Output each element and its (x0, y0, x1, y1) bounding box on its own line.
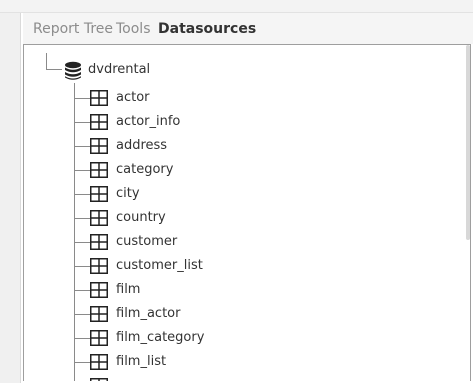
tree-item-label: country (116, 210, 166, 225)
table-icon (90, 282, 108, 298)
tree-connector (74, 242, 90, 243)
tree-item-table[interactable]: country (74, 207, 434, 231)
tree-item-label: actor_info (116, 114, 181, 129)
tree-connector (74, 314, 90, 315)
tree-item-label: film_list (116, 354, 167, 369)
vertical-scrollbar[interactable] (466, 45, 470, 240)
tree-node-dvdrental[interactable]: dvdrental (88, 62, 150, 77)
tree-item-label: customer_list (116, 258, 203, 273)
table-icon (90, 186, 108, 202)
tree-item-table[interactable]: film (74, 279, 434, 303)
table-icon (90, 162, 108, 178)
tree-item-table[interactable]: customer (74, 231, 434, 255)
tree-connector (46, 53, 47, 70)
table-icon (90, 210, 108, 226)
tree-connector (46, 69, 62, 70)
table-icon (90, 138, 108, 154)
tree-item-table[interactable]: customer_list (74, 255, 434, 279)
tree-connector (74, 362, 90, 363)
tree-connector (74, 338, 90, 339)
left-pane (0, 13, 21, 383)
table-icon (90, 378, 108, 381)
tree-connector (74, 218, 90, 219)
tree-item-label: film_actor (116, 306, 181, 321)
table-icon (90, 114, 108, 130)
table-icon (90, 330, 108, 346)
tree-item-table[interactable]: address (74, 135, 434, 159)
tree-connector (74, 290, 90, 291)
tree-item-label: customer (116, 234, 178, 249)
table-icon (90, 258, 108, 274)
tab-datasources[interactable]: Datasources (158, 21, 256, 37)
database-icon (65, 61, 81, 80)
tree-item-table[interactable]: city (74, 183, 434, 207)
tree-item-table[interactable] (74, 375, 434, 381)
window-top-strip (0, 0, 473, 13)
tree-item-table[interactable]: film_actor (74, 303, 434, 327)
tree-item-label: film (116, 282, 141, 297)
tree-connector (74, 98, 90, 99)
tree-item-label: film_category (116, 330, 205, 345)
tree-item-label: address (116, 138, 168, 153)
tree-connector (74, 266, 90, 267)
tree-item-label: category (116, 162, 174, 177)
tree-item-label: actor (116, 90, 150, 105)
tab-bar: Report Tree Tools Datasources (23, 13, 473, 44)
table-icon (90, 354, 108, 370)
tree-item-table[interactable]: actor_info (74, 111, 434, 135)
tree-connector (74, 122, 90, 123)
table-icon (90, 90, 108, 106)
tree-item-label: city (116, 186, 140, 201)
table-icon (90, 234, 108, 250)
tab-report-tree[interactable]: Report Tree (33, 21, 113, 37)
table-icon (90, 306, 108, 322)
tree-item-table[interactable]: actor (74, 87, 434, 111)
tree-connector (74, 194, 90, 195)
datasource-tree-panel: dvdrental actor actor_infoaddress category… (23, 44, 471, 381)
tree-connector (74, 170, 90, 171)
tree-item-table[interactable]: film_list (74, 351, 434, 375)
tree-connector (74, 146, 90, 147)
tree-item-table[interactable]: film_category (74, 327, 434, 351)
tab-tools[interactable]: Tools (116, 21, 151, 37)
tree-item-table[interactable]: category (74, 159, 434, 183)
